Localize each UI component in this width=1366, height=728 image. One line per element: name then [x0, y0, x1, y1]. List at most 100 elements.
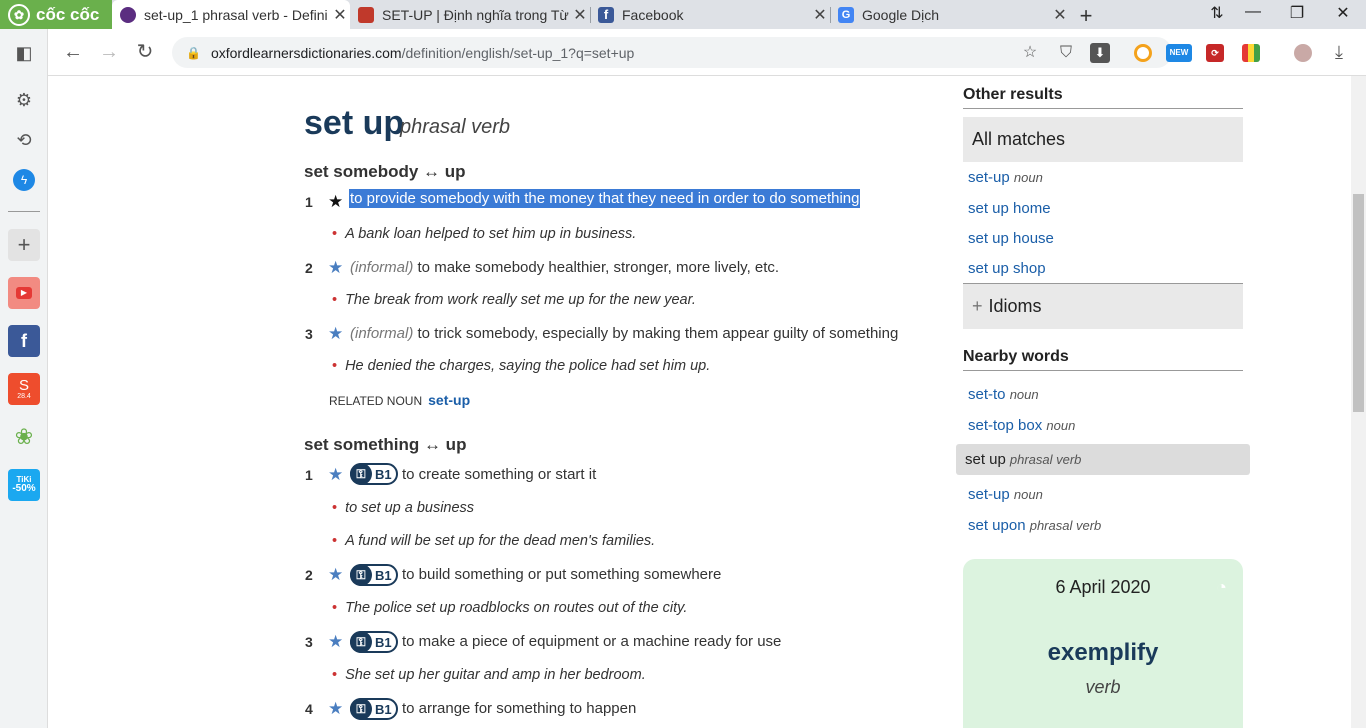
- browser-sidebar: ◧ ⚙ ⟲ ϟ + ▶ f S 28.4 ❀ TiKi -50%: [0, 29, 48, 728]
- other-result-link[interactable]: set up house: [968, 230, 1054, 247]
- google-translate-favicon-icon: G: [838, 6, 854, 23]
- profile-avatar[interactable]: [1294, 44, 1312, 62]
- word-of-the-day-card[interactable]: 6 April 2020 ◔ exemplify verb: [963, 559, 1243, 728]
- shield-icon[interactable]: ⛉: [1056, 43, 1076, 63]
- back-arrow-icon[interactable]: ←: [60, 39, 86, 65]
- wotd-word[interactable]: exemplify: [963, 639, 1243, 667]
- tab-bar: ✿ cốc cốc set-up_1 phrasal verb - Defini…: [0, 0, 1366, 29]
- sense-number: 2: [305, 567, 313, 583]
- oxford-level-badge[interactable]: ⚿ B1: [350, 698, 398, 720]
- tab-title: set-up_1 phrasal verb - Defini: [144, 6, 328, 23]
- sense-definition: to make a piece of equipment or a machin…: [402, 633, 782, 650]
- youtube-icon[interactable]: ▶: [8, 277, 40, 309]
- reload-icon[interactable]: ↻: [132, 39, 158, 65]
- star-icon[interactable]: ★: [328, 324, 343, 344]
- sense-definition: (informal) to trick somebody, especially…: [350, 325, 899, 342]
- other-result-link[interactable]: set up home: [968, 200, 1051, 217]
- cambridge-favicon-icon: [358, 6, 374, 23]
- sense-number: 3: [305, 326, 313, 342]
- page-content: set up phrasal verb set somebody ↔ up 1 …: [48, 76, 1351, 728]
- add-shortcut-icon[interactable]: +: [8, 229, 40, 261]
- key-icon: ⚿: [350, 463, 372, 485]
- other-results-heading: Other results: [963, 86, 1243, 109]
- close-window-button[interactable]: ✕: [1328, 3, 1358, 23]
- nearby-word-link[interactable]: set-top box noun: [968, 417, 1075, 434]
- messenger-icon[interactable]: ϟ: [8, 164, 40, 196]
- history-icon[interactable]: ⟲: [8, 124, 40, 156]
- oxford-level-badge[interactable]: ⚿ B1: [350, 463, 398, 485]
- oxford-favicon-icon: [120, 6, 136, 23]
- tiki-discount: -50%: [12, 483, 36, 494]
- coccoc-leaf-icon[interactable]: ❀: [8, 421, 40, 453]
- star-icon[interactable]: ★: [328, 258, 343, 278]
- close-tab-icon[interactable]: ✕: [1050, 5, 1070, 25]
- sidebar-toggle-icon[interactable]: ◧: [8, 37, 40, 69]
- related-noun-link[interactable]: set-up: [428, 392, 470, 408]
- related-noun: RELATED NOUN set-up: [329, 392, 471, 408]
- star-icon[interactable]: ★: [328, 192, 343, 212]
- rss-icon[interactable]: ◔: [1216, 577, 1227, 598]
- download-icon[interactable]: ⤓: [1326, 39, 1352, 65]
- close-tab-icon[interactable]: ✕: [330, 5, 350, 25]
- download-page-icon[interactable]: ⬇: [1090, 43, 1110, 63]
- close-tab-icon[interactable]: ✕: [810, 5, 830, 25]
- tab-google-translate[interactable]: G Google Dịch ✕: [830, 0, 1070, 29]
- sync-ext-icon[interactable]: ⟳: [1206, 44, 1224, 62]
- phrase-heading: set something ↔ up: [304, 435, 467, 454]
- facebook-icon[interactable]: f: [8, 325, 40, 357]
- tab-cambridge[interactable]: SET-UP | Định nghĩa trong Từ ✕: [350, 0, 591, 29]
- star-icon[interactable]: ★: [328, 565, 343, 585]
- idioms-toggle[interactable]: + Idioms: [963, 283, 1243, 329]
- scrollbar-thumb[interactable]: [1353, 194, 1364, 412]
- star-icon[interactable]: ★: [328, 699, 343, 719]
- star-icon[interactable]: ★: [328, 632, 343, 652]
- nearby-word-selected[interactable]: set up phrasal verb: [956, 444, 1250, 475]
- sense-number: 3: [305, 634, 313, 650]
- address-bar[interactable]: 🔒 oxfordlearnersdictionaries.com/definit…: [172, 37, 1172, 68]
- sense-definition: to arrange for something to happen: [402, 700, 637, 717]
- new-ext-icon[interactable]: NEW: [1166, 44, 1192, 62]
- nearby-word-link[interactable]: set-to noun: [968, 386, 1039, 403]
- phrase-heading: set somebody ↔ up: [304, 162, 466, 181]
- coccoc-brand[interactable]: ✿ cốc cốc: [0, 0, 112, 29]
- key-icon: ⚿: [350, 698, 372, 720]
- key-icon: ⚿: [350, 564, 372, 586]
- example-sentence: • The break from work really set me up fo…: [332, 292, 696, 308]
- coccoc-ext-icon[interactable]: [1134, 44, 1152, 62]
- example-sentence: • She set up her guitar and amp in her be…: [332, 667, 646, 683]
- color-ext-icon[interactable]: [1242, 44, 1260, 62]
- sense-definition: to create something or start it: [402, 466, 597, 483]
- tab-oxford[interactable]: set-up_1 phrasal verb - Defini ✕: [112, 0, 350, 29]
- new-tab-button[interactable]: +: [1074, 3, 1098, 29]
- tiki-icon[interactable]: TiKi -50%: [8, 469, 40, 501]
- url-path: /definition/english/set-up_1?q=set+up: [401, 44, 635, 61]
- sense-number: 1: [305, 467, 313, 483]
- nearby-words-heading: Nearby words: [963, 348, 1243, 371]
- headword-pos: phrasal verb: [400, 116, 511, 138]
- browser-toolbar: ← → ↻ 🔒 oxfordlearnersdictionaries.com/d…: [48, 29, 1366, 76]
- all-matches-tab[interactable]: All matches: [963, 117, 1243, 162]
- settings-gear-icon[interactable]: ⚙: [8, 84, 40, 116]
- shopee-badge: 28.4: [17, 393, 31, 400]
- key-icon: ⚿: [350, 631, 372, 653]
- minimize-button[interactable]: —: [1238, 3, 1268, 21]
- other-result-link[interactable]: set up shop: [968, 260, 1046, 277]
- forward-arrow-icon[interactable]: →: [96, 39, 122, 65]
- tab-search-icon[interactable]: ⇅: [1202, 3, 1232, 23]
- restore-button[interactable]: ❐: [1282, 3, 1312, 23]
- sense-definition: (informal) to make somebody healthier, s…: [350, 259, 780, 276]
- wotd-pos: verb: [1085, 677, 1121, 697]
- star-icon[interactable]: ★: [328, 465, 343, 485]
- oxford-level-badge[interactable]: ⚿ B1: [350, 564, 398, 586]
- nearby-word-link[interactable]: set upon phrasal verb: [968, 517, 1101, 534]
- page-scrollbar[interactable]: [1351, 76, 1366, 728]
- nearby-word-link[interactable]: set-up noun: [968, 486, 1043, 503]
- other-result-link[interactable]: set-up noun: [968, 169, 1043, 186]
- wotd-date: 6 April 2020: [1055, 577, 1151, 597]
- bookmark-star-icon[interactable]: ☆: [1020, 43, 1040, 63]
- sense-number: 1: [305, 194, 313, 210]
- close-tab-icon[interactable]: ✕: [570, 5, 590, 25]
- tab-facebook[interactable]: f Facebook ✕: [590, 0, 831, 29]
- shopee-icon[interactable]: S 28.4: [8, 373, 40, 405]
- oxford-level-badge[interactable]: ⚿ B1: [350, 631, 398, 653]
